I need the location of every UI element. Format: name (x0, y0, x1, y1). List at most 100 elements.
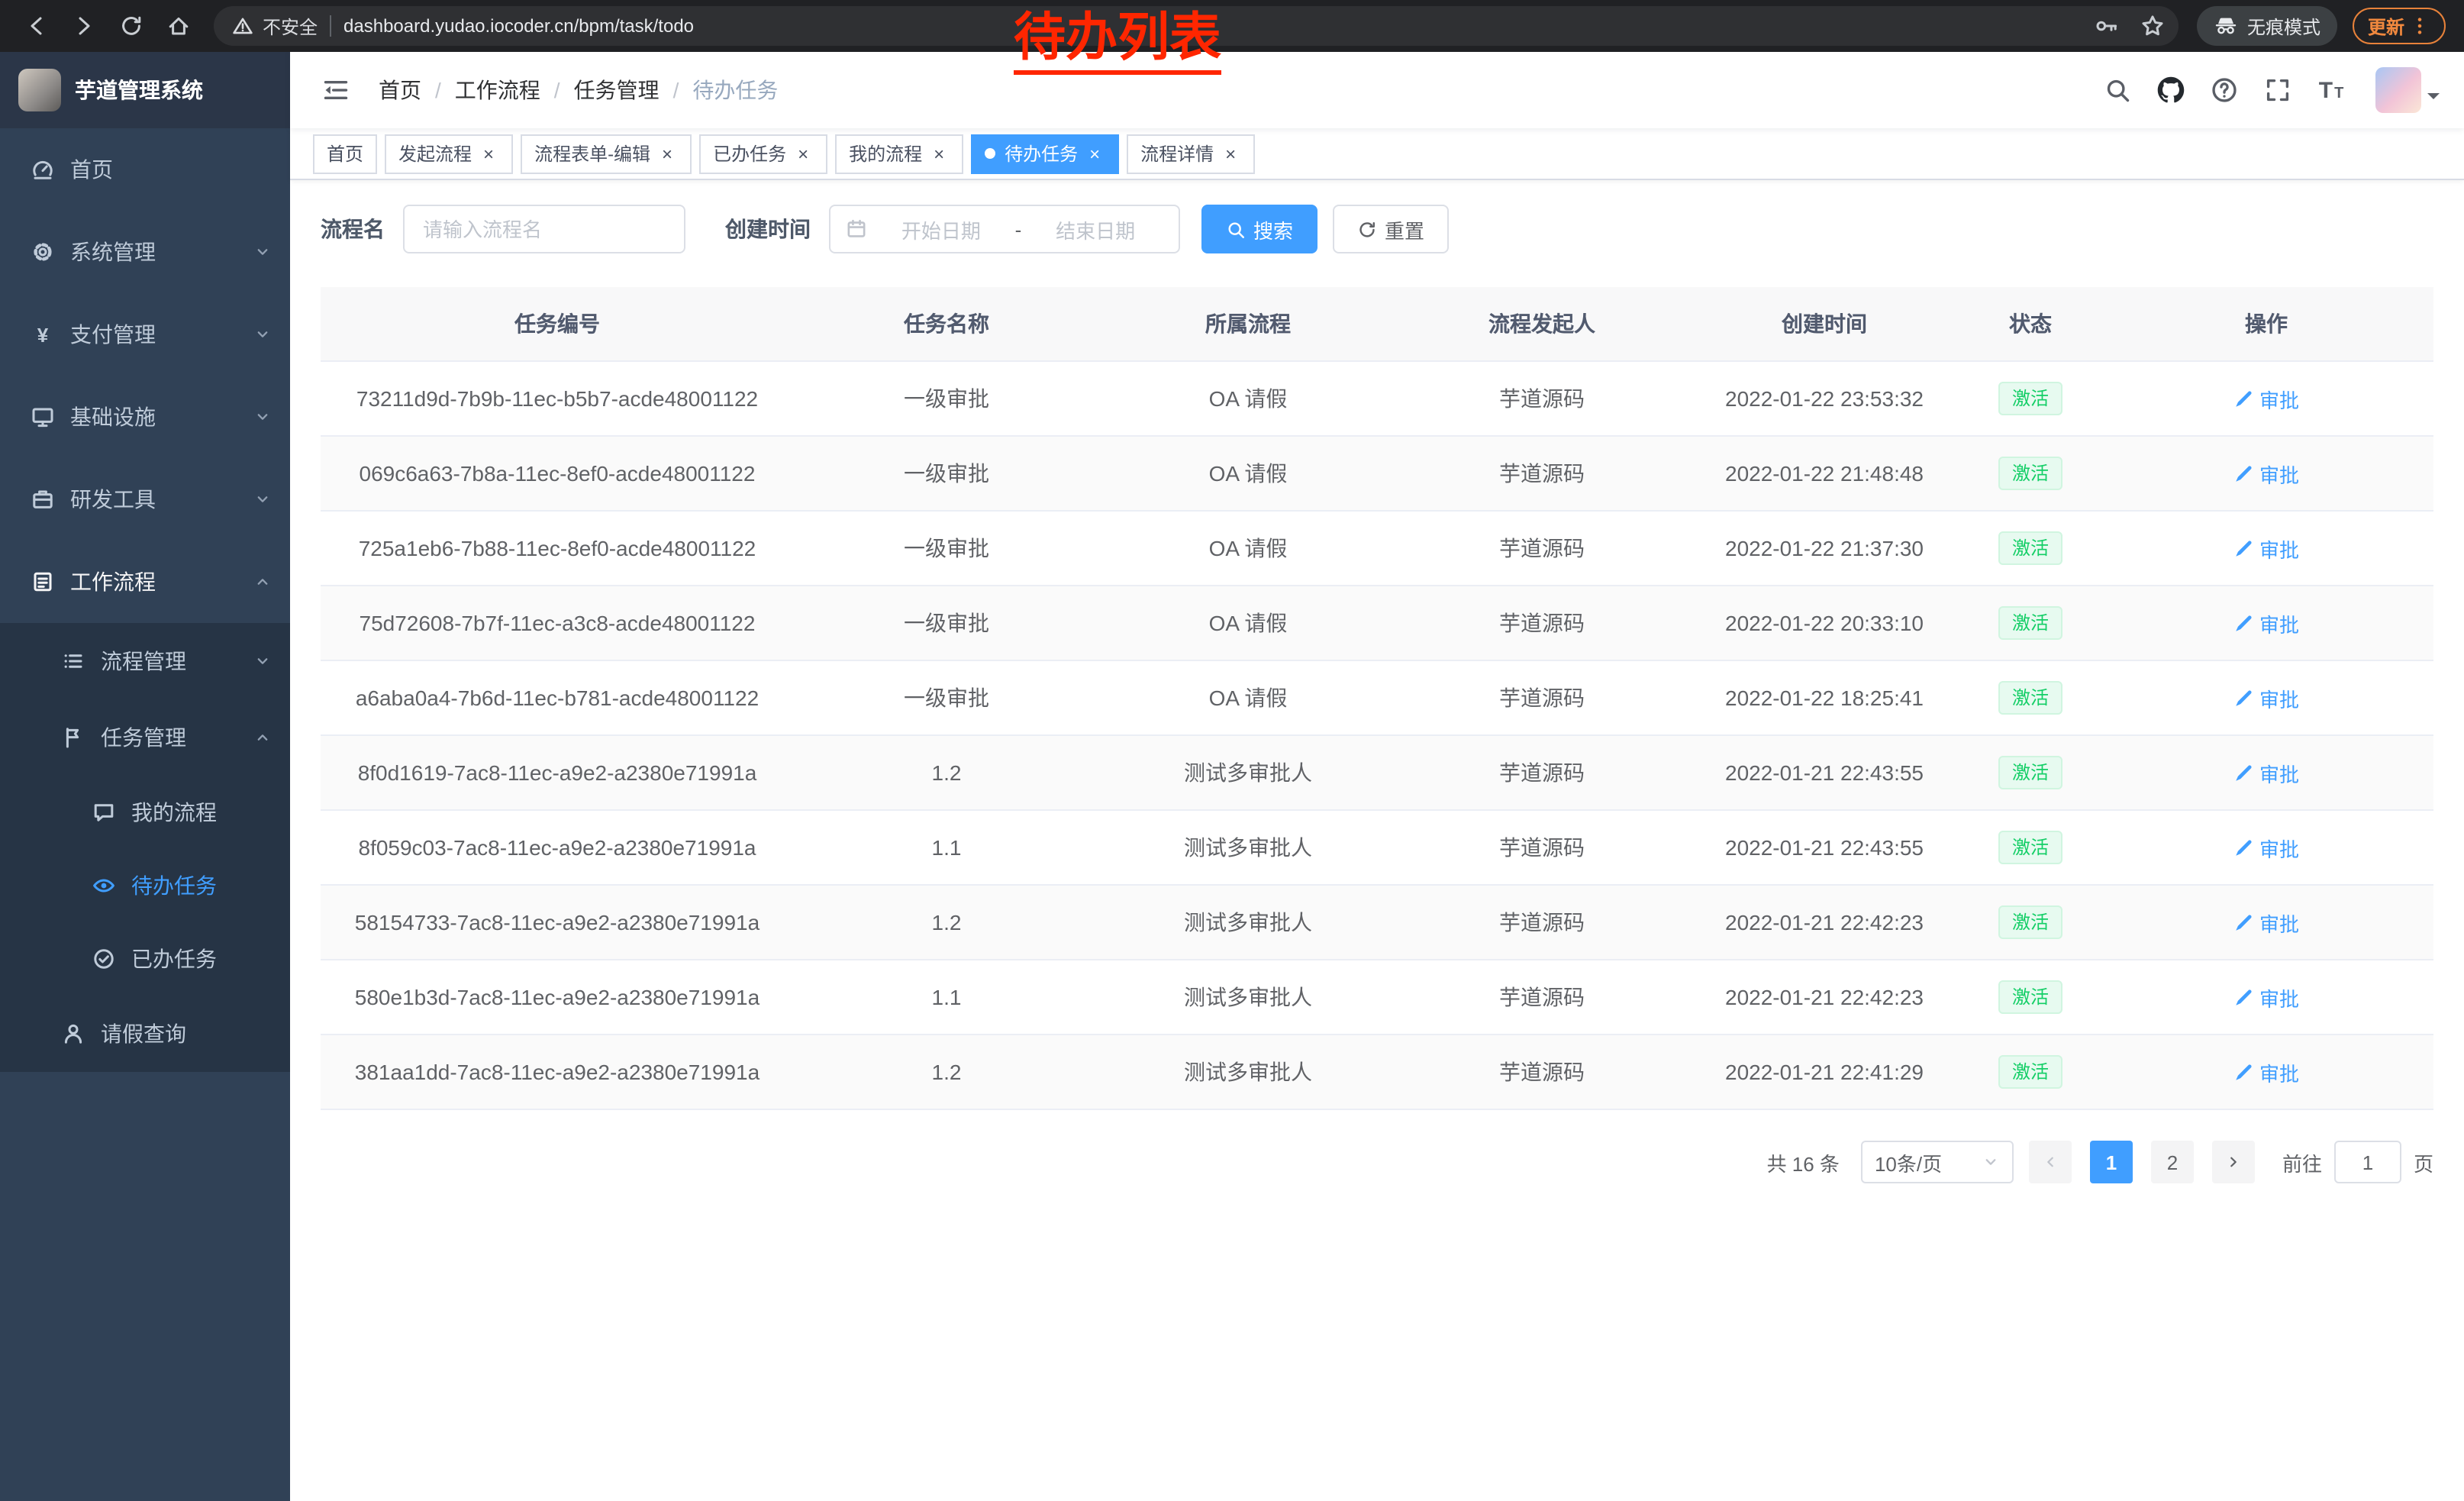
bookmark-star-button[interactable] (2136, 9, 2169, 43)
tab-done-tasks[interactable]: 已办任务 (699, 134, 827, 173)
browser-update-menu-button[interactable]: 更新 (2353, 8, 2446, 44)
approve-link[interactable]: 审批 (2233, 908, 2299, 937)
cell-task-name: 一级审批 (794, 512, 1099, 585)
cell-create-time: 2022-01-21 22:42:23 (1687, 886, 1962, 959)
process-name-input[interactable] (403, 205, 685, 253)
sidebar: 芋道管理系统 首页 系统管理 支付管理 (0, 52, 290, 1501)
close-icon[interactable] (928, 143, 950, 164)
sidebar-item-leave-query[interactable]: 请假查询 (0, 996, 290, 1072)
cell-process: OA 请假 (1099, 512, 1397, 585)
approve-link[interactable]: 审批 (2233, 683, 2299, 712)
security-label: 不安全 (263, 13, 318, 39)
sidebar-item-process-management[interactable]: 流程管理 (0, 623, 290, 699)
approve-link[interactable]: 审批 (2233, 833, 2299, 862)
fullscreen-button[interactable] (2256, 69, 2299, 111)
page-2-button[interactable]: 2 (2151, 1141, 2194, 1183)
tab-home[interactable]: 首页 (313, 134, 377, 173)
sidebar-item-dev-tools[interactable]: 研发工具 (0, 458, 290, 541)
cell-task-name: 一级审批 (794, 362, 1099, 435)
sidebar-item-label: 我的流程 (131, 797, 272, 828)
cell-create-time: 2022-01-22 21:48:48 (1687, 437, 1962, 510)
breadcrumb-separator (435, 78, 441, 102)
cell-process: OA 请假 (1099, 661, 1397, 734)
navbar-actions (2096, 67, 2440, 113)
breadcrumb-current: 待办任务 (692, 75, 778, 105)
sidebar-item-done-tasks[interactable]: 已办任务 (0, 922, 290, 996)
approve-link[interactable]: 审批 (2233, 983, 2299, 1012)
breadcrumb-home[interactable]: 首页 (379, 75, 421, 105)
cell-create-time: 2022-01-21 22:41:29 (1687, 1035, 1962, 1109)
docs-help-button[interactable] (2203, 69, 2246, 111)
status-badge: 激活 (1998, 756, 2062, 789)
cell-task-id: 725a1eb6-7b88-11ec-8ef0-acde48001122 (321, 512, 794, 585)
approve-link[interactable]: 审批 (2233, 608, 2299, 638)
prev-page-button[interactable] (2029, 1141, 2072, 1183)
sidebar-item-payment-management[interactable]: 支付管理 (0, 293, 290, 376)
close-icon[interactable] (1084, 143, 1105, 164)
approve-link[interactable]: 审批 (2233, 1057, 2299, 1086)
close-icon[interactable] (1220, 143, 1241, 164)
tab-start-process[interactable]: 发起流程 (385, 134, 513, 173)
sidebar-item-system-management[interactable]: 系统管理 (0, 211, 290, 293)
tab-todo-tasks[interactable]: 待办任务 (971, 134, 1119, 173)
tab-process-form-edit[interactable]: 流程表单-编辑 (521, 134, 692, 173)
sidebar-item-workflow[interactable]: 工作流程 (0, 541, 290, 623)
process-name-label: 流程名 (321, 214, 385, 244)
tab-my-process[interactable]: 我的流程 (835, 134, 963, 173)
browser-home-button[interactable] (159, 7, 197, 45)
browser-back-button[interactable] (17, 7, 55, 45)
approve-link[interactable]: 审批 (2233, 758, 2299, 787)
browser-reload-button[interactable] (111, 7, 150, 45)
cell-task-name: 1.1 (794, 811, 1099, 884)
saved-password-button[interactable] (2090, 9, 2124, 43)
approve-link[interactable]: 审批 (2233, 384, 2299, 413)
sidebar-toggle-button[interactable] (314, 69, 357, 111)
security-indicator[interactable]: 不安全 (232, 13, 318, 39)
approve-link[interactable]: 审批 (2233, 534, 2299, 563)
chevron-up-icon (253, 573, 272, 591)
breadcrumb-workflow[interactable]: 工作流程 (455, 75, 540, 105)
caret-down-icon (2427, 93, 2440, 105)
page-1-button[interactable]: 1 (2090, 1141, 2133, 1183)
font-size-icon (2319, 79, 2344, 102)
page-size-select[interactable]: 10条/页 (1861, 1141, 2014, 1183)
table-row: 8f059c03-7ac8-11ec-a9e2-a2380e71991a 1.1… (321, 811, 2433, 886)
approve-label: 审批 (2259, 908, 2299, 937)
sidebar-item-todo-tasks[interactable]: 待办任务 (0, 849, 290, 922)
menu-dots-icon (2409, 15, 2430, 37)
cell-create-time: 2022-01-21 22:43:55 (1687, 811, 1962, 884)
workflow-icon (31, 570, 55, 594)
sidebar-item-label: 基础设施 (70, 402, 238, 432)
cell-process: 测试多审批人 (1099, 960, 1397, 1034)
app-logo[interactable]: 芋道管理系统 (0, 52, 290, 128)
sidebar-item-infrastructure[interactable]: 基础设施 (0, 376, 290, 458)
user-menu[interactable] (2375, 67, 2440, 113)
tab-process-detail[interactable]: 流程详情 (1127, 134, 1255, 173)
approve-link[interactable]: 审批 (2233, 459, 2299, 488)
table-row: 8f0d1619-7ac8-11ec-a9e2-a2380e71991a 1.2… (321, 736, 2433, 811)
sidebar-item-home[interactable]: 首页 (0, 128, 290, 211)
tab-label: 待办任务 (1005, 140, 1078, 166)
browser-forward-button[interactable] (64, 7, 102, 45)
close-icon[interactable] (478, 143, 499, 164)
column-header-create-time: 创建时间 (1687, 287, 1962, 360)
sidebar-item-my-process[interactable]: 我的流程 (0, 776, 290, 849)
github-link[interactable] (2150, 69, 2192, 111)
close-icon[interactable] (656, 143, 678, 164)
status-badge: 激活 (1998, 980, 2062, 1014)
search-button[interactable]: 搜索 (1201, 205, 1317, 253)
font-size-button[interactable] (2310, 69, 2353, 111)
tab-label: 首页 (327, 140, 363, 166)
cell-task-name: 一级审批 (794, 661, 1099, 734)
reset-button[interactable]: 重置 (1333, 205, 1449, 253)
goto-page-input[interactable] (2334, 1141, 2401, 1183)
sidebar-item-task-management[interactable]: 任务管理 (0, 699, 290, 776)
edit-icon (2233, 463, 2253, 483)
header-search-button[interactable] (2096, 69, 2139, 111)
close-icon[interactable] (792, 143, 814, 164)
cell-task-id: 75d72608-7b7f-11ec-a3c8-acde48001122 (321, 586, 794, 660)
breadcrumb-task-management[interactable]: 任务管理 (574, 75, 660, 105)
next-page-button[interactable] (2212, 1141, 2255, 1183)
key-icon (2095, 14, 2119, 38)
date-range-picker[interactable]: 开始日期 - 结束日期 (829, 205, 1180, 253)
